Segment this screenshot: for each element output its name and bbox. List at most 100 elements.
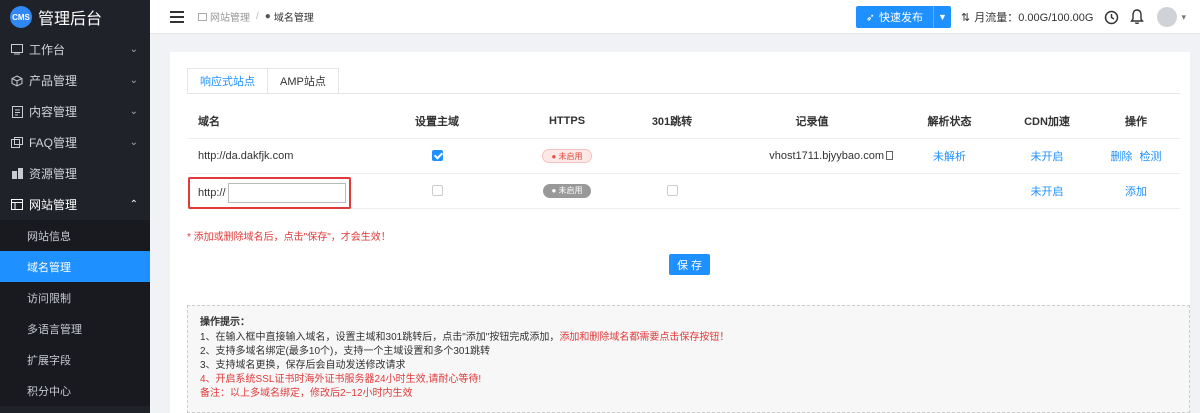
chevron-up-icon: ⌃ <box>129 199 138 210</box>
sidebar-subitem-access-limit[interactable]: 访问限制 <box>0 282 150 313</box>
sidebar-subitem-site-info[interactable]: 网站信息 <box>0 220 150 251</box>
table-row: http://da.dakfjk.com ● 未启用 vhost1711.bjy… <box>187 138 1180 174</box>
tab-responsive-site[interactable]: 响应式站点 <box>187 68 268 94</box>
header-actions: ➶ 快速发布 ▼ ⇅ 月流量：0.00G/100.00G ▾ <box>855 0 1200 34</box>
domain-cell: http://da.dakfjk.com <box>187 138 357 174</box>
redirect-cell <box>617 173 727 209</box>
table-header-row: 域名 设置主域 HTTPS 301跳转 记录值 解析状态 CDN加速 操作 <box>187 104 1180 139</box>
tips-line-warning: 4、开启系统SSL证书时海外证书服务器24小时生效,请耐心等待! <box>200 374 482 385</box>
breadcrumb: 网站管理 / ● 域名管理 <box>198 9 314 24</box>
delete-link[interactable]: 删除 <box>1110 151 1132 163</box>
redirect-cell <box>617 138 727 174</box>
sidebar-item-products[interactable]: 产品管理 ⌄ <box>0 65 150 96</box>
sidebar-item-label: 工作台 <box>29 43 66 57</box>
primary-domain-checkbox[interactable] <box>431 185 443 197</box>
cdn-status-link[interactable]: 未开启 <box>1031 151 1064 163</box>
record-cell <box>727 173 897 209</box>
tips-line: 3、支持域名更换，保存后会自动发送修改请求 <box>200 360 406 371</box>
tips-line-warning: 添加和删除域名都需要点击保存按钮！ <box>559 332 730 343</box>
submenu-site: 网站信息 域名管理 访问限制 多语言管理 扩展字段 积分中心 <box>0 220 150 406</box>
col-header-redirect: 301跳转 <box>617 104 727 139</box>
domain-input-highlight: http:// <box>188 177 351 209</box>
quick-publish-button[interactable]: ➶ 快速发布 ▼ <box>855 6 952 28</box>
tips-line: 2、支持多域名绑定(最多10个)，支持一个主域设置和多个301跳转 <box>200 346 491 357</box>
col-header-status: 解析状态 <box>897 104 1002 139</box>
tab-amp-site[interactable]: AMP站点 <box>267 68 339 94</box>
sidebar-item-label: 内容管理 <box>29 105 78 119</box>
send-icon: ➶ <box>865 11 876 24</box>
cdn-cell: 未开启 <box>1002 138 1092 174</box>
primary-cell <box>357 138 517 174</box>
save-button[interactable]: 保 存 <box>669 254 710 275</box>
app-title: 管理后台 <box>38 11 103 28</box>
sidebar-subitem-extend-fields[interactable]: 扩展字段 <box>0 344 150 375</box>
sidebar-item-faq[interactable]: FAQ管理 ⌄ <box>0 127 150 158</box>
check-link[interactable]: 检测 <box>1140 151 1162 163</box>
dashboard-icon <box>11 44 23 56</box>
sidebar-subitem-points[interactable]: 积分中心 <box>0 375 150 406</box>
col-header-primary: 设置主域 <box>357 104 517 139</box>
domain-panel: 响应式站点 AMP站点 域名 设置主域 HTTPS 301跳转 记录值 解析状态… <box>170 52 1190 413</box>
bell-icon[interactable] <box>1129 9 1145 25</box>
top-header: 网站管理 / ● 域名管理 ➶ 快速发布 ▼ ⇅ 月流量：0.00G/100.0… <box>150 0 1200 34</box>
primary-domain-checkbox[interactable] <box>431 150 443 162</box>
tips-line-remark: 备注：以上多域名绑定，修改后2~12小时内生效 <box>200 388 413 399</box>
save-note: * 添加或删除域名后，点击"保存"，才会生效！ <box>187 232 391 243</box>
sidebar-item-resources[interactable]: 资源管理 <box>0 158 150 189</box>
col-header-domain: 域名 <box>187 104 357 139</box>
sidebar-item-site[interactable]: 网站管理 ⌃ <box>0 189 150 220</box>
https-status-badge[interactable]: ● 未启用 <box>542 148 592 163</box>
quick-publish-dropdown[interactable]: ▼ <box>933 6 951 28</box>
breadcrumb-current: 域名管理 <box>273 13 314 24</box>
sidebar-item-content[interactable]: 内容管理 ⌄ <box>0 96 150 127</box>
sidebar-item-label: 产品管理 <box>29 74 78 88</box>
site-icon <box>11 199 23 211</box>
redirect-checkbox[interactable] <box>666 185 678 197</box>
chevron-down-icon[interactable]: ▾ <box>1181 12 1186 23</box>
sidebar-subitem-domains[interactable]: 域名管理 <box>0 251 150 282</box>
sidebar-subitem-languages[interactable]: 多语言管理 <box>0 313 150 344</box>
https-cell: ● 未启用 <box>517 138 617 174</box>
domain-prefix: http:// <box>198 187 226 199</box>
record-value: vhost1711.bjyybao.com <box>769 149 884 162</box>
col-header-cdn: CDN加速 <box>1002 104 1092 139</box>
operation-tips: 操作提示： 1、在输入框中直接输入域名，设置主域和301跳转后，点击"添加"按钮… <box>187 305 1190 413</box>
chevron-down-icon: ⌄ <box>129 75 138 86</box>
https-status-badge[interactable]: ● 未启用 <box>543 183 591 198</box>
chevron-down-icon: ⌄ <box>129 137 138 148</box>
https-cell: ● 未启用 <box>517 173 617 209</box>
tips-line: 1、在输入框中直接输入域名，设置主域和301跳转后，点击"添加"按钮完成添加，添… <box>200 331 1177 345</box>
tabs: 响应式站点 AMP站点 <box>187 68 339 94</box>
col-header-actions: 操作 <box>1092 104 1180 139</box>
copy-icon[interactable] <box>886 151 893 161</box>
actions-cell: 添加 <box>1092 173 1180 209</box>
new-domain-input[interactable] <box>227 183 346 203</box>
sidebar-item-label: 资源管理 <box>29 167 78 181</box>
traffic-info: ⇅ 月流量：0.00G/100.00G <box>961 9 1093 25</box>
quick-publish-main[interactable]: ➶ 快速发布 <box>856 6 933 28</box>
resolve-status-link[interactable]: 未解析 <box>933 151 966 163</box>
col-header-record: 记录值 <box>727 104 897 139</box>
traffic-icon: ⇅ <box>961 11 971 24</box>
status-cell: 未解析 <box>897 138 1002 174</box>
faq-icon <box>11 137 23 149</box>
col-header-https: HTTPS <box>517 104 617 139</box>
chevron-down-icon: ⌄ <box>129 44 138 55</box>
globe-icon: ● <box>264 11 271 22</box>
avatar[interactable] <box>1157 7 1178 27</box>
site-icon <box>198 12 207 21</box>
app-logo[interactable]: CMS 管理后台 <box>0 0 150 34</box>
breadcrumb-separator: / <box>256 11 259 22</box>
traffic-text: 月流量：0.00G/100.00G <box>974 12 1094 24</box>
chevron-down-icon: ⌄ <box>129 106 138 117</box>
sidebar: CMS 管理后台 工作台 ⌄ 产品管理 ⌄ 内容管理 ⌄ FAQ管理 ⌄ 资源管… <box>0 0 150 413</box>
add-link[interactable]: 添加 <box>1125 186 1147 198</box>
cdn-cell: 未开启 <box>1002 173 1092 209</box>
breadcrumb-item[interactable]: 网站管理 <box>210 9 250 24</box>
history-icon[interactable] <box>1103 9 1119 25</box>
cdn-status-link[interactable]: 未开启 <box>1031 186 1064 198</box>
actions-cell: 删除 检测 <box>1092 138 1180 174</box>
cms-logo-icon: CMS <box>10 6 32 28</box>
menu-toggle-icon[interactable] <box>170 10 184 23</box>
sidebar-item-dashboard[interactable]: 工作台 ⌄ <box>0 34 150 65</box>
